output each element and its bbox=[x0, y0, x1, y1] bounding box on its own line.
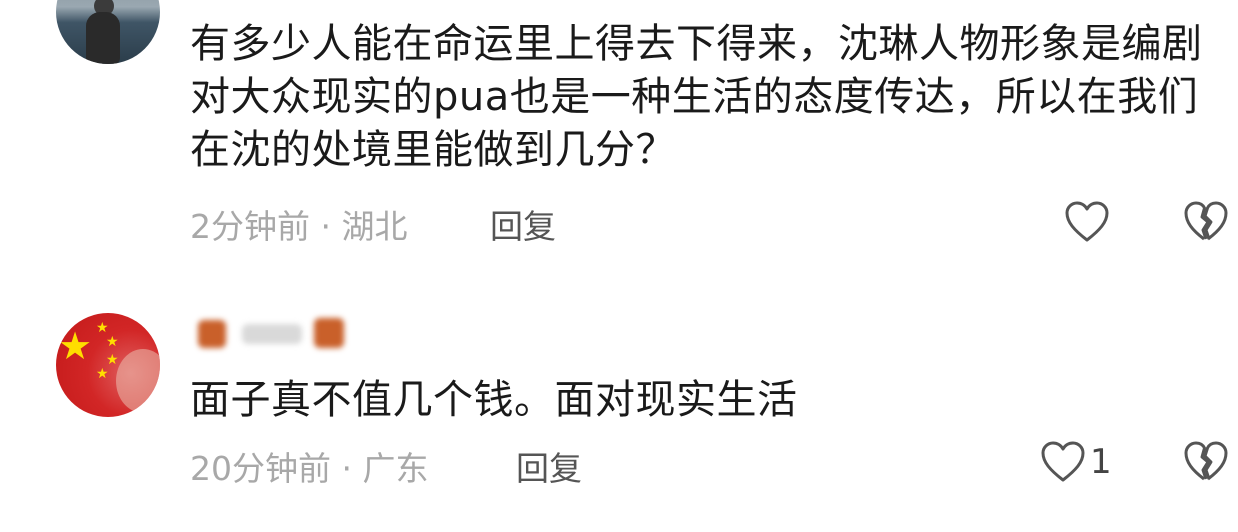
dislike-button[interactable] bbox=[1183, 200, 1229, 248]
broken-heart-icon bbox=[1184, 201, 1228, 241]
flag-star-small: ★ bbox=[96, 320, 109, 336]
flag-star-small: ★ bbox=[106, 334, 119, 350]
comment-text: 有多少人能在命运里上得去下得来，沈琳人物形象是编剧对大众现实的pua也是一种生活… bbox=[190, 21, 1203, 173]
dislike-button[interactable] bbox=[1183, 440, 1229, 488]
username-blurred[interactable] bbox=[190, 314, 360, 354]
like-button[interactable] bbox=[1064, 200, 1114, 244]
avatar-face bbox=[116, 349, 160, 413]
comment-item: 有多少人能在命运里上得去下得来，沈琳人物形象是编剧对大众现实的pua也是一种生活… bbox=[0, 0, 1238, 270]
comment-meta: 2分钟前 · 湖北 bbox=[190, 207, 408, 246]
reply-button[interactable]: 回复 bbox=[516, 442, 582, 490]
avatar[interactable] bbox=[56, 0, 160, 64]
flag-star-large: ★ bbox=[58, 324, 93, 368]
comment-text: 面子真不值几个钱。面对现实生活 bbox=[190, 377, 798, 423]
reply-button[interactable]: 回复 bbox=[490, 200, 556, 248]
comment-list: 有多少人能在命运里上得去下得来，沈琳人物形象是编剧对大众现实的pua也是一种生活… bbox=[0, 0, 1238, 532]
heart-outline-icon bbox=[1041, 441, 1085, 482]
comment-meta: 20分钟前 · 广东 bbox=[190, 449, 429, 488]
avatar[interactable]: ★ ★ ★ ★ ★ bbox=[56, 313, 160, 417]
flag-star-small: ★ bbox=[106, 352, 119, 368]
broken-heart-icon bbox=[1184, 441, 1228, 481]
like-count: 1 bbox=[1090, 442, 1112, 482]
heart-outline-icon bbox=[1065, 201, 1109, 242]
like-button[interactable]: 1 bbox=[1040, 440, 1112, 484]
avatar-person-body bbox=[86, 12, 120, 64]
flag-star-small: ★ bbox=[96, 366, 109, 382]
comment-item: ★ ★ ★ ★ ★ 面子真不值几个钱。面对现实生活 20分钟前 · 广东 回复 … bbox=[0, 290, 1238, 532]
